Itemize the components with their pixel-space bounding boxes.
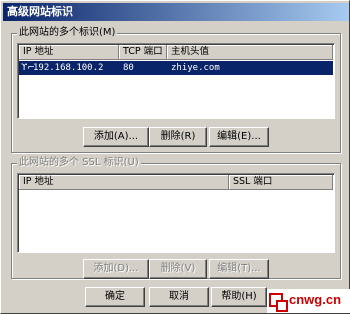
identity-host: zhiye.com [171, 63, 220, 73]
dialog-title: 高级网站标识 [3, 3, 349, 21]
identity-row[interactable]: ϒ⌐192.168.100.2 80 zhiye.com [19, 61, 333, 75]
add-ssl-identity-button[interactable]: 添加(D)... [83, 259, 149, 279]
cancel-button[interactable]: 取消 [149, 287, 209, 307]
watermark-logo-icon [269, 293, 288, 312]
edit-ssl-identity-button[interactable]: 编辑(T)... [209, 259, 269, 279]
edit-identity-button[interactable]: 编辑(E)... [209, 127, 269, 147]
ssl-list-header: IP 地址 SSL 端口 [19, 175, 333, 190]
remove-ssl-identity-button[interactable]: 删除(V) [149, 259, 207, 279]
identity-port: 80 [123, 63, 134, 73]
column-ssl-port[interactable]: SSL 端口 [229, 175, 333, 190]
watermark-text: cnwg.cn [289, 292, 342, 307]
ssl-identities-group-label: 此网站的多个 SSL 标识(U) [17, 157, 141, 169]
add-identity-button[interactable]: 添加(A)... [83, 127, 149, 147]
ssl-identities-list[interactable]: IP 地址 SSL 端口 [17, 173, 335, 253]
column-tcp-port[interactable]: TCP 端口 [119, 45, 167, 60]
column-ssl-ip-address[interactable]: IP 地址 [19, 175, 229, 190]
identities-group-label: 此网站的多个标识(M) [17, 27, 118, 39]
remove-identity-button[interactable]: 删除(R) [149, 127, 207, 147]
help-button[interactable]: 帮助(H) [211, 287, 267, 307]
identities-list[interactable]: IP 地址 TCP 端口 主机头值 ϒ⌐192.168.100.2 80 zhi… [17, 43, 335, 119]
column-host-header[interactable]: 主机头值 [167, 45, 333, 60]
network-ip-icon: ϒ⌐ [21, 63, 35, 73]
identities-list-header: IP 地址 TCP 端口 主机头值 [19, 45, 333, 60]
watermark: cnwg.cn [267, 289, 350, 313]
identity-ip: 192.168.100.2 [33, 63, 104, 73]
identity-ip-cell: ϒ⌐192.168.100.2 [19, 61, 119, 75]
advanced-site-identification-dialog: 高级网站标识 此网站的多个标识(M) IP 地址 TCP 端口 主机头值 ϒ⌐1… [0, 0, 350, 314]
ok-button[interactable]: 确定 [85, 287, 145, 307]
column-ip-address[interactable]: IP 地址 [19, 45, 119, 60]
